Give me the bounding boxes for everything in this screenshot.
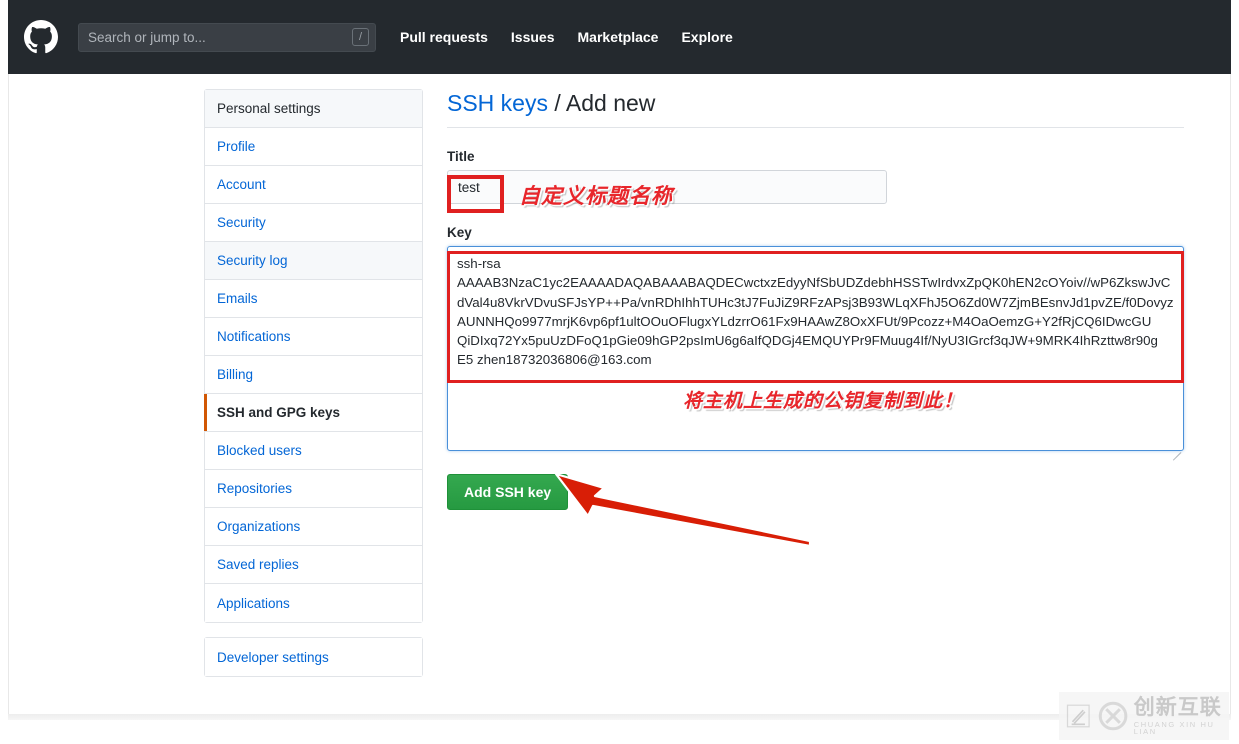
- key-textarea-wrapper: [447, 246, 1184, 461]
- sidebar-item-security-log[interactable]: Security log: [205, 242, 422, 280]
- sidebar-item-label: Profile: [217, 139, 256, 154]
- main-content: SSH keys / Add new Title Key Add SSH key: [447, 90, 1184, 510]
- title-field-label: Title: [447, 149, 475, 164]
- watermark-title: 创新互联: [1133, 694, 1222, 719]
- cx-logo-icon: [1098, 701, 1127, 731]
- search-shortcut-badge: /: [352, 27, 369, 46]
- sidebar-item-billing[interactable]: Billing: [205, 356, 422, 394]
- sidebar-item-label: Applications: [217, 595, 290, 611]
- sidebar-item-saved-replies[interactable]: Saved replies: [205, 546, 422, 584]
- sidebar-item-profile[interactable]: Profile: [205, 128, 422, 166]
- github-octocat-icon[interactable]: [24, 20, 58, 54]
- page-bottom-shadow: [8, 714, 1231, 720]
- sidebar-item-repositories[interactable]: Repositories: [205, 470, 422, 508]
- title-input[interactable]: [447, 170, 887, 204]
- sidebar-item-emails[interactable]: Emails: [205, 280, 422, 318]
- sidebar-item-blocked-users[interactable]: Blocked users: [205, 432, 422, 470]
- sidebar-item-label: Notifications: [217, 329, 291, 344]
- watermark-subtitle: CHUANG XIN HU LIAN: [1133, 719, 1215, 736]
- developer-settings-sidebar: Developer settings: [204, 637, 423, 677]
- watermark-texts: 创新互联 CHUANG XIN HU LIAN: [1133, 694, 1229, 736]
- search-input[interactable]: [78, 22, 376, 52]
- sidebar-item-label: Security log: [217, 253, 288, 268]
- page-title-link[interactable]: SSH keys: [447, 90, 548, 116]
- sidebar-item-label: Billing: [217, 367, 254, 382]
- github-header: / Pull requests Issues Marketplace Explo…: [8, 0, 1231, 74]
- sidebar-item-label: Blocked users: [217, 443, 302, 458]
- sidebar-item-developer-settings[interactable]: Developer settings: [205, 638, 422, 676]
- search-wrapper: /: [78, 22, 376, 52]
- stamp-icon: [1066, 704, 1090, 728]
- sidebar-item-account[interactable]: Account: [205, 166, 422, 204]
- nav-link-marketplace[interactable]: Marketplace: [578, 29, 659, 45]
- sidebar-item-label: Developer settings: [217, 649, 329, 665]
- key-textarea[interactable]: [447, 246, 1184, 451]
- page-title: SSH keys / Add new: [447, 90, 1184, 128]
- sidebar-heading: Personal settings: [205, 90, 422, 128]
- settings-sidebar: Personal settings Profile Account Securi…: [204, 89, 423, 623]
- sidebar-item-label: Account: [217, 177, 266, 192]
- sidebar-item-label: Security: [217, 215, 266, 230]
- key-field-label: Key: [447, 225, 472, 240]
- nav-link-pull-requests[interactable]: Pull requests: [400, 29, 488, 45]
- screenshot-root: / Pull requests Issues Marketplace Explo…: [0, 0, 1239, 744]
- sidebar-item-notifications[interactable]: Notifications: [205, 318, 422, 356]
- sidebar-item-label: Repositories: [217, 481, 293, 496]
- sidebar-item-label: Emails: [217, 291, 258, 306]
- sidebar-item-label: Organizations: [217, 519, 301, 534]
- page-title-rest: Add new: [565, 90, 656, 116]
- sidebar-item-applications[interactable]: Applications: [205, 584, 422, 622]
- sidebar-item-label: Saved replies: [217, 557, 299, 572]
- watermark: 创新互联 CHUANG XIN HU LIAN: [1059, 692, 1229, 740]
- nav-link-issues[interactable]: Issues: [511, 29, 555, 45]
- header-nav: Pull requests Issues Marketplace Explore: [400, 29, 733, 45]
- sidebar-item-label: SSH and GPG keys: [217, 405, 341, 420]
- nav-link-explore[interactable]: Explore: [681, 29, 732, 45]
- sidebar-item-ssh-and-gpg-keys[interactable]: SSH and GPG keys: [204, 394, 422, 432]
- sidebar-item-organizations[interactable]: Organizations: [205, 508, 422, 546]
- sidebar-item-security[interactable]: Security: [205, 204, 422, 242]
- add-ssh-key-button[interactable]: Add SSH key: [447, 474, 569, 510]
- page-title-separator: /: [547, 90, 566, 116]
